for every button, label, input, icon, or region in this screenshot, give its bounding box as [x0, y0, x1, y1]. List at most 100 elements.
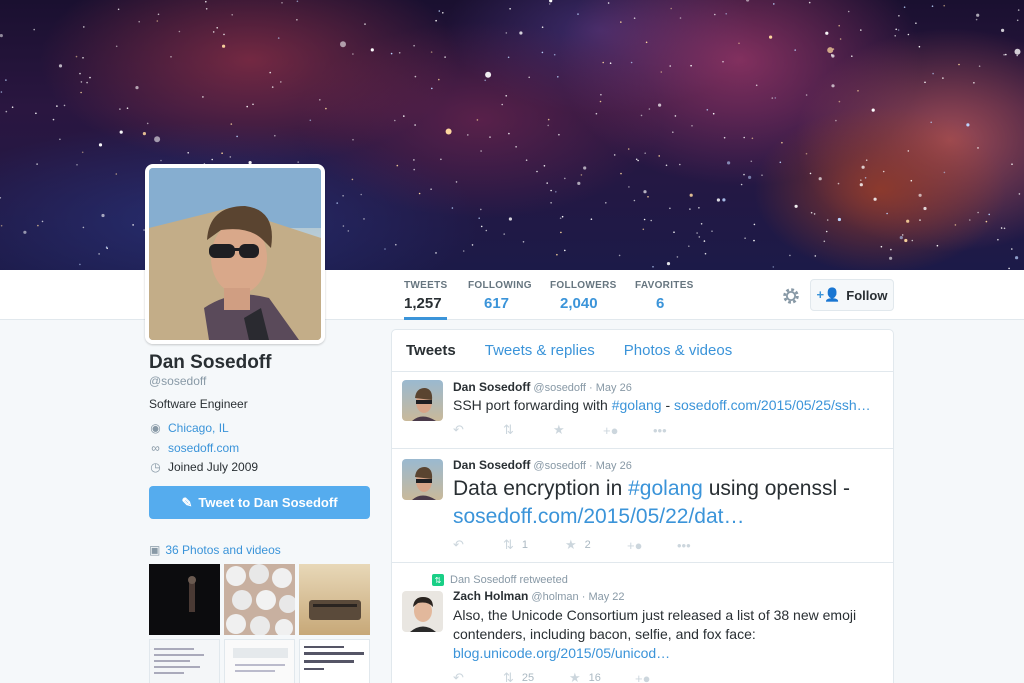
- star: [897, 29, 900, 31]
- star: [837, 182, 840, 185]
- star: [117, 8, 120, 11]
- star: [851, 55, 853, 57]
- star: [541, 26, 544, 29]
- profile-avatar[interactable]: [145, 164, 325, 344]
- tweet-link[interactable]: sosedoff.com/2015/05/25/ssh…: [674, 397, 871, 413]
- tweet-avatar[interactable]: [402, 459, 443, 500]
- media-thumbnail[interactable]: [299, 564, 370, 635]
- tweet[interactable]: ⇅ Dan Sosedoff retweeted Zach Holman @ho…: [392, 563, 893, 683]
- star: [549, 0, 553, 3]
- star: [915, 22, 917, 25]
- stat-following[interactable]: FOLLOWING 617: [468, 280, 532, 312]
- tweet-timestamp[interactable]: May 26: [596, 382, 632, 394]
- follow-action-button[interactable]: +●: [603, 422, 653, 438]
- tweet-timestamp[interactable]: May 26: [596, 460, 632, 472]
- tweet[interactable]: Dan Sosedoff @sosedoff · May 26 Data enc…: [392, 449, 893, 563]
- tweet-avatar[interactable]: [402, 591, 443, 632]
- media-thumbnail[interactable]: [224, 639, 295, 683]
- star: [271, 86, 274, 88]
- reply-button[interactable]: ↶: [453, 422, 503, 438]
- follow-action-button[interactable]: +●: [627, 537, 677, 553]
- star: [229, 156, 232, 158]
- tweet-hashtag[interactable]: #golang: [612, 397, 662, 413]
- star: [609, 62, 612, 64]
- star: [774, 97, 777, 99]
- star: [56, 105, 58, 107]
- follow-action-button[interactable]: +●: [635, 670, 685, 683]
- reply-button[interactable]: ↶: [453, 537, 503, 553]
- star: [503, 233, 506, 235]
- tab-tweets[interactable]: Tweets: [406, 342, 456, 359]
- star: [627, 148, 630, 150]
- profile-name[interactable]: Dan Sosedoff: [149, 352, 271, 374]
- star: [352, 53, 354, 55]
- profile-bio: Software Engineer: [149, 397, 248, 411]
- star: [837, 217, 842, 222]
- favorite-button[interactable]: ★ 16: [569, 670, 635, 683]
- star: [36, 163, 38, 165]
- favorite-button[interactable]: ★: [553, 422, 603, 438]
- tweet-author-name[interactable]: Dan Sosedoff: [453, 380, 530, 394]
- photos-videos-link[interactable]: ▣ 36 Photos and videos: [149, 543, 281, 557]
- star: [712, 112, 715, 115]
- media-thumbnail[interactable]: [224, 564, 295, 635]
- star: [698, 236, 701, 238]
- star: [82, 226, 85, 229]
- retweet-button[interactable]: ⇅ 1: [503, 537, 565, 553]
- favorite-button[interactable]: ★ 2: [565, 537, 627, 553]
- star: [81, 151, 84, 154]
- star: [975, 18, 978, 21]
- star: [440, 158, 442, 161]
- tweet-hashtag[interactable]: #golang: [628, 477, 703, 500]
- tab-photos-videos[interactable]: Photos & videos: [624, 342, 732, 359]
- tweet-author-handle: @sosedoff: [533, 382, 586, 394]
- star: [89, 76, 91, 79]
- tweet-avatar[interactable]: [402, 380, 443, 421]
- star: [336, 202, 339, 204]
- media-thumbnail[interactable]: [149, 639, 220, 683]
- stat-followers[interactable]: FOLLOWERS 2,040: [550, 280, 617, 312]
- retweet-note[interactable]: Dan Sosedoff retweeted: [450, 574, 568, 586]
- star: [501, 103, 504, 106]
- tweet-link[interactable]: sosedoff.com/2015/05/22/dat…: [453, 505, 744, 528]
- star: [660, 71, 663, 73]
- profile-joined: ◷ Joined July 2009: [149, 460, 258, 474]
- tweet-to-button[interactable]: ✎ Tweet to Dan Sosedoff: [149, 486, 370, 519]
- tab-tweets-replies[interactable]: Tweets & replies: [485, 342, 595, 359]
- star: [550, 202, 552, 204]
- star: [918, 45, 921, 48]
- stat-favorites[interactable]: FAVORITES 6: [635, 280, 694, 312]
- star: [413, 44, 415, 47]
- profile-website-link[interactable]: sosedoff.com: [168, 441, 239, 455]
- tweet-timestamp[interactable]: May 22: [588, 591, 624, 603]
- star: [79, 72, 81, 75]
- tweet[interactable]: Dan Sosedoff @sosedoff · May 26 SSH port…: [392, 372, 893, 449]
- profile-location-text[interactable]: Chicago, IL: [168, 421, 229, 435]
- star: [838, 100, 841, 103]
- reply-button[interactable]: ↶: [453, 670, 503, 683]
- star: [755, 84, 758, 87]
- tweet-author-name[interactable]: Dan Sosedoff: [453, 458, 530, 472]
- follow-button[interactable]: +👤 Follow: [810, 279, 894, 311]
- star: [595, 112, 598, 115]
- more-button[interactable]: •••: [677, 537, 727, 553]
- star: [1016, 54, 1018, 57]
- tweet-author-name[interactable]: Zach Holman: [453, 589, 528, 603]
- more-button[interactable]: •••: [653, 422, 703, 438]
- star: [969, 219, 971, 221]
- media-thumbnail[interactable]: [149, 564, 220, 635]
- retweet-button[interactable]: ⇅: [503, 422, 553, 438]
- media-thumbnail[interactable]: [299, 639, 370, 683]
- stat-tweets[interactable]: TWEETS 1,257: [404, 280, 448, 320]
- gear-icon[interactable]: [780, 285, 802, 307]
- star: [187, 152, 189, 154]
- tweet-link[interactable]: blog.unicode.org/2015/05/unicod…: [453, 645, 670, 661]
- star: [751, 137, 754, 140]
- star: [814, 255, 817, 257]
- star: [170, 56, 172, 58]
- star: [976, 13, 980, 17]
- star: [296, 0, 299, 3]
- star: [525, 159, 528, 161]
- retweet-button[interactable]: ⇅ 25: [503, 670, 569, 683]
- star: [703, 240, 706, 242]
